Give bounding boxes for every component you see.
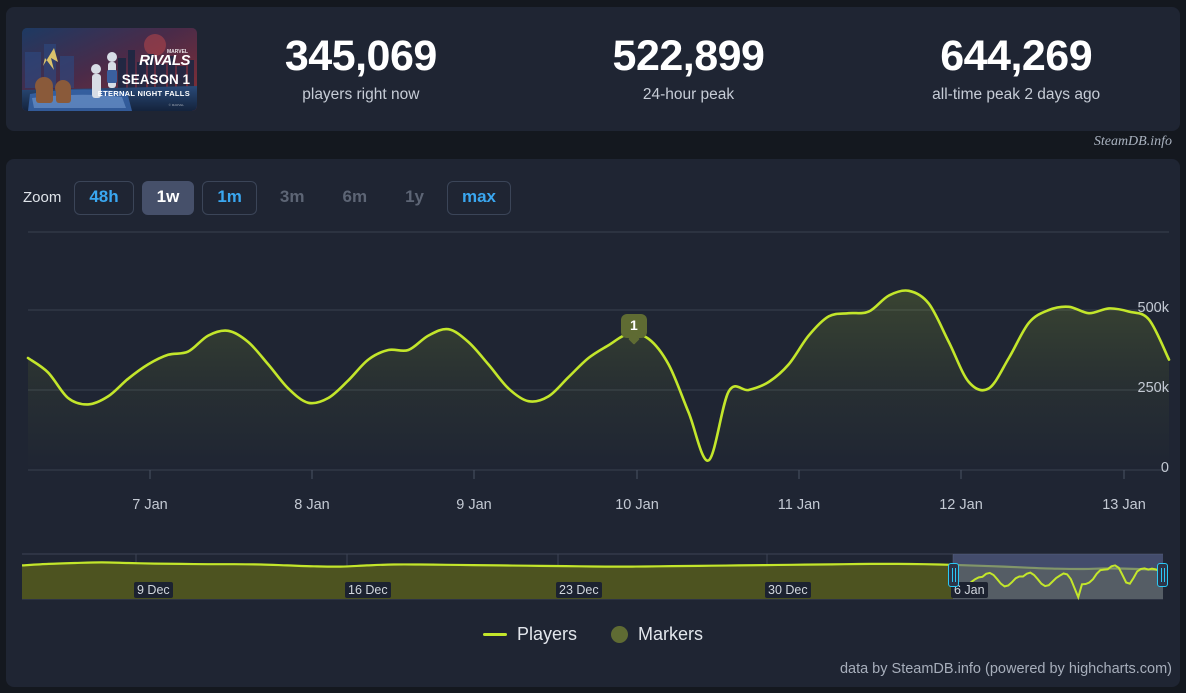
steamdb-brand-credit: SteamDB.info bbox=[1093, 134, 1172, 149]
players-line-swatch bbox=[482, 633, 507, 636]
legend-label: Players bbox=[516, 624, 577, 644]
navigator-handle-right[interactable] bbox=[1157, 563, 1168, 587]
navigator[interactable]: 9 Dec 16 Dec 23 Dec 30 Dec 6 Jan bbox=[22, 549, 1168, 605]
x-axis-tick-7-Jan: 7 Jan bbox=[132, 497, 168, 513]
x-axis-tick-9-Jan: 9 Jan bbox=[456, 497, 492, 513]
y-axis-tick-250k: 250k bbox=[1137, 380, 1169, 396]
stat-value: 522,899 bbox=[612, 31, 765, 80]
navigator-tick-16-Dec: 16 Dec bbox=[345, 582, 391, 598]
x-axis-tick-13-Jan: 13 Jan bbox=[1102, 497, 1146, 513]
stat-all-time-peak: 644,269 all-time peak 2 days ago bbox=[852, 31, 1180, 104]
stat-label: players right now bbox=[302, 86, 420, 104]
legend-item-players[interactable]: Players bbox=[482, 624, 577, 645]
chart-legend: Players Markers bbox=[6, 624, 1180, 645]
footer-credit: data by SteamDB.info (powered by highcha… bbox=[839, 661, 1172, 677]
svg-text:© MARVEL: © MARVEL bbox=[169, 103, 185, 107]
legend-label: Markers bbox=[638, 624, 704, 644]
plot-area[interactable]: 0 250k 500k 7 Jan 8 Jan 9 Jan 10 Jan 11 Jan 12 … bbox=[6, 159, 1180, 687]
stat-value: 345,069 bbox=[284, 31, 437, 80]
x-axis-tick-12-Jan: 12 Jan bbox=[939, 497, 983, 513]
stats-panel: MARVEL RIVALS SEASON 1 ETERNAL NIGHT FAL… bbox=[6, 7, 1180, 131]
navigator-handle-left[interactable] bbox=[948, 563, 959, 587]
navigator-tick-23-Dec: 23 Dec bbox=[556, 582, 602, 598]
stat-label: all-time peak 2 days ago bbox=[932, 86, 1101, 104]
stat-players-right-now: 345,069 players right now bbox=[197, 31, 525, 104]
navigator-tick-30-Dec: 30 Dec bbox=[765, 582, 811, 598]
stat-24-hour-peak: 522,899 24-hour peak bbox=[525, 31, 853, 104]
stat-group: 345,069 players right now 522,899 24-hou… bbox=[197, 31, 1180, 104]
svg-text:RIVALS: RIVALS bbox=[139, 52, 190, 69]
navigator-tick-9-Dec: 9 Dec bbox=[134, 582, 173, 598]
svg-text:ETERNAL NIGHT FALLS: ETERNAL NIGHT FALLS bbox=[98, 89, 190, 98]
x-axis-tick-10-Jan: 10 Jan bbox=[615, 497, 659, 513]
legend-item-markers[interactable]: Markers bbox=[611, 624, 703, 645]
steamdb-player-chart-page: MARVEL RIVALS SEASON 1 ETERNAL NIGHT FAL… bbox=[0, 0, 1186, 693]
svg-text:SEASON 1: SEASON 1 bbox=[122, 72, 191, 87]
game-capsule-image[interactable]: MARVEL RIVALS SEASON 1 ETERNAL NIGHT FAL… bbox=[22, 27, 197, 111]
y-axis-tick-500k: 500k bbox=[1137, 300, 1169, 316]
stat-label: 24-hour peak bbox=[642, 86, 735, 104]
stat-value: 644,269 bbox=[940, 31, 1093, 80]
markers-dot-swatch bbox=[611, 626, 628, 643]
chart-marker-badge[interactable]: 1 bbox=[621, 314, 647, 339]
y-axis-tick-0: 0 bbox=[1160, 460, 1169, 476]
chart-panel: Zoom 48h 1w 1m 3m 6m 1y max 0 250k 500k 7 … bbox=[6, 159, 1180, 687]
x-axis-tick-8-Jan: 8 Jan bbox=[294, 497, 330, 513]
x-axis-tick-11-Jan: 11 Jan bbox=[777, 497, 821, 513]
